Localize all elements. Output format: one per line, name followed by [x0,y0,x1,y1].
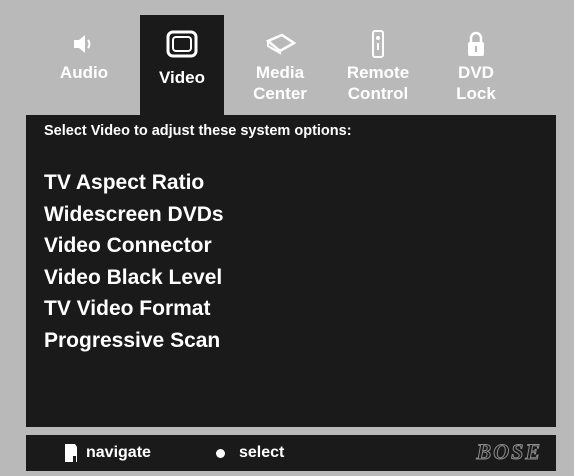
select-dot-icon [216,448,225,458]
option-widescreen-dvds[interactable]: Widescreen DVDs [44,199,224,231]
navigate-pad-icon [64,443,78,463]
option-video-black-level[interactable]: Video Black Level [44,262,224,294]
option-progressive-scan[interactable]: Progressive Scan [44,325,224,357]
tab-remote-control[interactable]: Remote Control [336,15,420,115]
tab-label: DVD Lock [456,63,496,103]
tab-label: Media Center [253,63,307,103]
select-label: select [239,444,285,461]
bose-logo: BOSE [476,439,542,465]
tab-media-center[interactable]: Media Center [238,15,322,115]
options-list: TV Aspect Ratio Widescreen DVDs Video Co… [44,167,224,357]
tab-audio[interactable]: Audio [42,15,126,115]
tab-label: Video [159,68,205,87]
tab-label: Remote Control [346,63,410,103]
tab-bar: Audio Video Media Center Remote Control … [42,15,522,115]
footer-bar: navigate select BOSE [26,435,556,471]
lock-icon [434,29,518,59]
tv-icon [140,29,224,59]
option-tv-aspect-ratio[interactable]: TV Aspect Ratio [44,167,224,199]
remote-control-icon [336,29,420,59]
panel-heading: Select Video to adjust these system opti… [44,123,352,139]
media-center-icon [238,29,322,59]
tab-dvd-lock[interactable]: DVD Lock [434,15,518,115]
tab-label: Audio [59,63,109,82]
tab-video[interactable]: Video [140,15,224,115]
options-panel: Select Video to adjust these system opti… [26,115,556,427]
speaker-icon [42,29,126,59]
option-tv-video-format[interactable]: TV Video Format [44,293,224,325]
select-hint: select [216,435,284,471]
option-video-connector[interactable]: Video Connector [44,230,224,262]
navigate-hint: navigate [64,435,151,471]
menu-frame: Audio Video Media Center Remote Control … [0,0,574,476]
navigate-label: navigate [86,444,151,461]
